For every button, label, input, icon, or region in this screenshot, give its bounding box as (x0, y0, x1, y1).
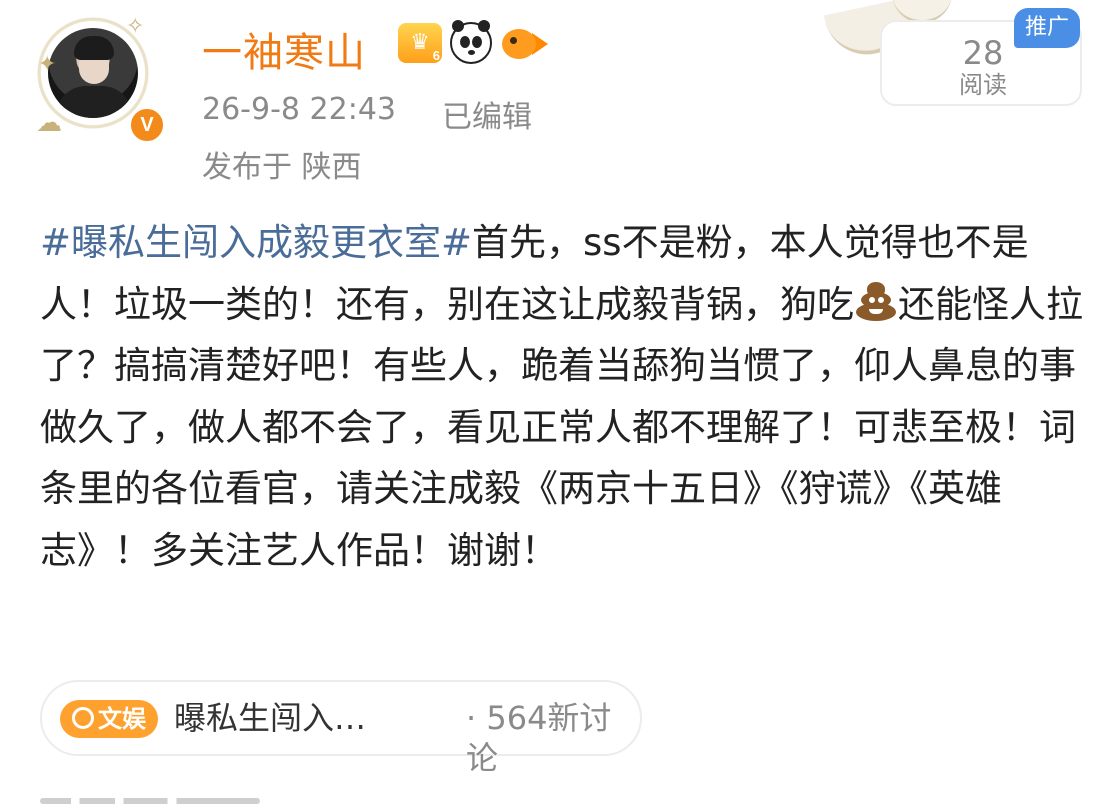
read-label: 阅读 (959, 71, 1007, 99)
post-timestamp: 26-9-8 22:43 (202, 92, 396, 127)
promo-tag[interactable]: 推广 (1014, 8, 1080, 48)
sparkle-icon: ✧ (126, 14, 145, 39)
panda-badge-icon[interactable] (450, 20, 492, 64)
member-level: 6 (432, 48, 440, 63)
avatar-photo (48, 28, 138, 118)
poop-emoji-icon (854, 279, 898, 323)
post-location: 发布于 陕西 (202, 150, 362, 185)
topic-discussion-count: · 564新讨论 (466, 699, 612, 777)
cutoff-text-fragment (40, 786, 260, 804)
hashtag-link[interactable]: #曝私生闯入成毅更衣室# (40, 221, 472, 264)
fish-badge-icon[interactable] (500, 23, 548, 63)
search-icon (72, 707, 94, 729)
topic-category-tag: 文娱 (60, 700, 158, 738)
edited-label[interactable]: 已编辑 (442, 92, 532, 136)
verified-badge-icon: V (128, 106, 166, 144)
topic-title: 曝私生闯入… (174, 699, 367, 737)
user-badges: ♛ 6 (398, 20, 548, 66)
sparkle-icon: ✦ (38, 52, 57, 77)
topic-category-label: 文娱 (98, 705, 146, 733)
avatar[interactable]: ✦ ✧ ☁ V (34, 14, 166, 144)
topic-pill[interactable]: 文娱 曝私生闯入… · 564新讨论 (40, 680, 642, 777)
cloud-ornament-icon: ☁ (36, 108, 62, 138)
post-body: #曝私生闯入成毅更衣室#首先，ss不是粉，本人觉得也不是人！垃圾一类的！还有，别… (40, 212, 1090, 581)
username[interactable]: 一袖寒山 (202, 20, 366, 78)
member-crown-icon[interactable]: ♛ 6 (398, 23, 442, 63)
